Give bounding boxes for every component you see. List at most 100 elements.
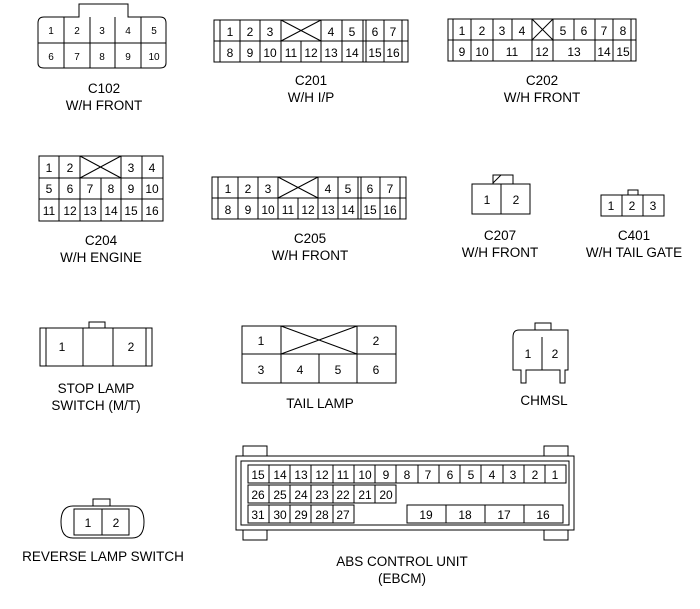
pin: 29 [294,508,308,522]
pin: 1 [258,334,265,348]
connector-description: W/H TAIL GATE [586,245,682,260]
reverse-lamp-switch: 1 2 REVERSE LAMP SWITCH [22,498,184,564]
pin: 23 [315,488,329,502]
pin: 15 [368,46,382,60]
pin: 9 [125,52,131,63]
pin: 4 [325,182,332,196]
pin: 12 [304,46,318,60]
pin: 1 [484,193,491,207]
pin: 16 [536,508,550,522]
component-label: (EBCM) [378,571,426,586]
pin: 8 [620,24,627,38]
pin: 16 [386,46,400,60]
pin: 2 [113,516,120,530]
tail-lamp: 1 2 3 4 5 6 TAIL LAMP [241,325,397,411]
pin: 8 [108,182,115,196]
pin: 13 [567,45,581,59]
pin: 27 [336,508,350,522]
pin: 8 [99,52,105,63]
pin: 11 [282,203,295,217]
pin: 9 [245,203,252,217]
pin: 19 [419,508,433,522]
pin: 15 [251,468,265,482]
pin: 6 [367,182,374,196]
connector-c401: 1 2 3 C401 W/H TAIL GATE [586,189,682,260]
abs-control-unit: 15 14 13 12 11 10 9 8 7 6 5 4 3 2 1 26 2… [235,445,575,586]
component-label: CHMSL [520,393,568,408]
connector-id: C102 [88,81,120,96]
connector-description: W/H FRONT [272,248,349,263]
pin: 8 [227,46,234,60]
pin: 3 [258,363,265,377]
connector-id: C401 [618,228,650,243]
pin: 1 [59,340,66,354]
component-label: STOP LAMP [58,381,135,396]
pin: 14 [341,203,355,217]
pin: 10 [261,203,275,217]
connector-c205: 1 2 3 4 5 6 7 8 9 10 11 12 13 14 15 16 C… [211,176,407,263]
pin: 9 [459,45,466,59]
pin: 2 [128,340,135,354]
pin: 6 [67,182,74,196]
pin: 6 [581,24,588,38]
pin: 2 [532,468,539,482]
pin: 18 [458,508,472,522]
pin: 14 [104,204,118,218]
pin: 1 [552,468,559,482]
pin: 6 [48,52,54,63]
pin: 24 [294,488,308,502]
pin: 4 [328,25,335,39]
pin: 7 [387,182,394,196]
pin: 3 [99,26,105,37]
pin: 13 [294,468,308,482]
pin: 5 [151,26,157,37]
pin: 21 [358,488,372,502]
component-label: REVERSE LAMP SWITCH [22,549,184,564]
connector-id: C207 [484,228,516,243]
pin: 22 [336,488,350,502]
pin: 4 [489,468,496,482]
pin: 14 [273,468,287,482]
pin: 1 [85,516,92,530]
pin: 10 [263,46,277,60]
pin: 25 [273,488,287,502]
pin: 5 [46,182,53,196]
connector-c204: 1 2 3 4 5 6 7 8 9 10 11 12 13 14 15 16 C… [38,155,164,265]
pin: 5 [560,24,567,38]
pin: 6 [373,363,380,377]
component-label: SWITCH (M/T) [51,398,140,413]
connector-id: C201 [295,73,327,88]
pin: 28 [315,508,329,522]
pin: 1 [227,25,234,39]
connector-description: W/H ENGINE [60,250,142,265]
pin: 15 [616,45,630,59]
pin: 1 [225,182,232,196]
component-label: TAIL LAMP [286,396,354,411]
pin: 17 [497,508,511,522]
pin: 8 [225,203,232,217]
pin: 7 [74,52,80,63]
pin: 12 [315,468,329,482]
pin: 5 [468,468,475,482]
connector-c202: 1 2 3 4 5 6 7 8 9 10 11 12 13 14 15 C202… [447,18,637,105]
pin: 2 [629,199,636,213]
pin: 2 [513,193,520,207]
pin: 12 [301,203,315,217]
pin: 14 [345,46,359,60]
connector-c102: 1 2 3 4 5 6 7 8 9 10 C102 W/H FRONT [37,3,167,113]
pin: 3 [650,199,657,213]
pin: 2 [67,161,74,175]
pin: 16 [383,203,397,217]
pin: 4 [519,24,526,38]
pin: 15 [363,203,377,217]
pin: 2 [74,26,80,37]
pin: 3 [267,25,274,39]
pin: 15 [124,204,138,218]
connector-id: C202 [526,73,558,88]
pin: 2 [245,182,252,196]
connector-c207: 1 2 C207 W/H FRONT [462,174,538,260]
pin: 11 [337,468,350,482]
pin: 4 [297,363,304,377]
pin: 13 [324,46,338,60]
pin: 9 [383,468,390,482]
